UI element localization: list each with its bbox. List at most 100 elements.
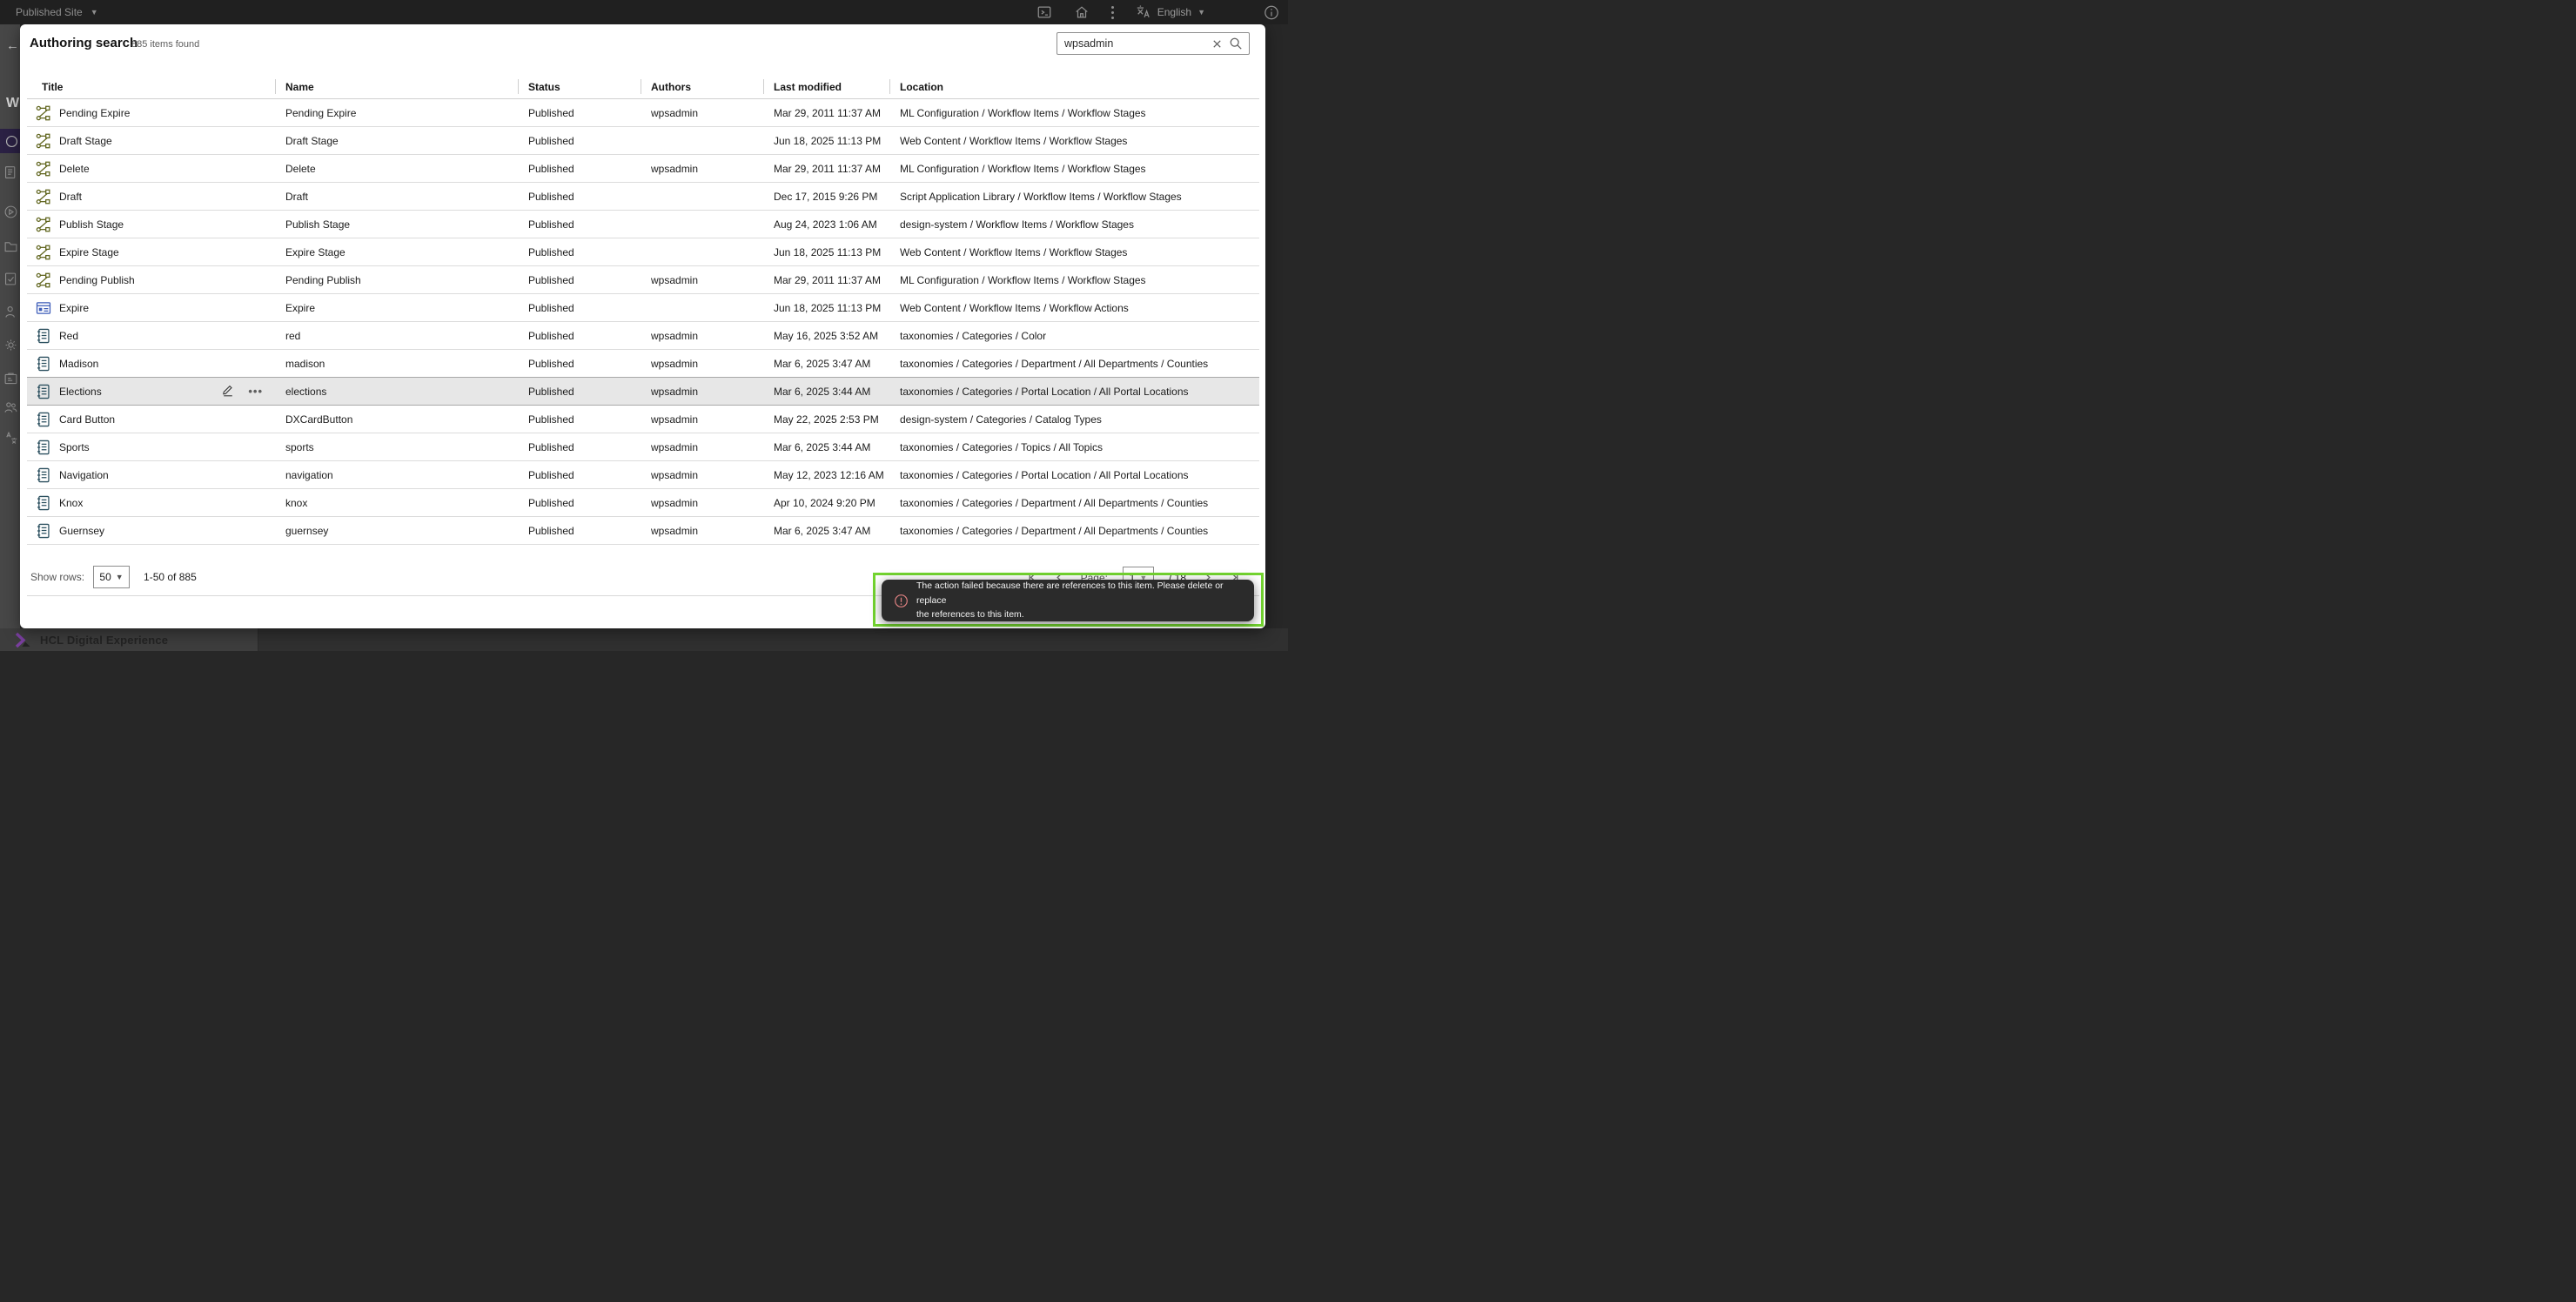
projects-icon[interactable] [3, 372, 18, 386]
row-modified: May 12, 2023 12:16 AM [763, 469, 889, 481]
category-icon [36, 412, 51, 427]
row-title: Madison [59, 358, 98, 370]
sidebar-active-item[interactable] [0, 129, 20, 153]
row-modified: Mar 29, 2011 11:37 AM [763, 107, 889, 119]
table-row[interactable]: Publish Stage ••• Publish Stage Publishe… [27, 211, 1259, 238]
row-modified: Jun 18, 2025 11:13 PM [763, 246, 889, 258]
table-row[interactable]: Card Button ••• DXCardButton Published w… [27, 406, 1259, 433]
row-authors: wpsadmin [641, 330, 763, 342]
row-location: taxonomies / Categories / Portal Locatio… [889, 386, 1259, 398]
edit-icon[interactable] [221, 383, 235, 399]
row-authors: wpsadmin [641, 525, 763, 537]
row-modified: May 22, 2025 2:53 PM [763, 413, 889, 426]
table-row[interactable]: Delete ••• Delete Published wpsadmin Mar… [27, 155, 1259, 183]
rows-per-page-select[interactable]: 50 ▼ [93, 566, 130, 588]
table-row[interactable]: Madison ••• madison Published wpsadmin M… [27, 350, 1259, 378]
category-icon [36, 523, 51, 539]
row-status: Published [518, 246, 641, 258]
sidebar-translate-icon[interactable] [3, 431, 18, 446]
row-title: Guernsey [59, 525, 104, 537]
row-authors: wpsadmin [641, 274, 763, 286]
show-rows-label: Show rows: [30, 571, 84, 583]
table-row[interactable]: Draft ••• Draft Published Dec 17, 2015 9… [27, 183, 1259, 211]
language-label: English [1157, 6, 1191, 18]
settings-gear-icon[interactable] [3, 338, 18, 352]
table-row[interactable]: Knox ••• knox Published wpsadmin Apr 10,… [27, 489, 1259, 517]
row-status: Published [518, 218, 641, 231]
table-row[interactable]: Draft Stage ••• Draft Stage Published Ju… [27, 127, 1259, 155]
row-location: taxonomies / Categories / Color [889, 330, 1259, 342]
column-header-location[interactable]: Location [889, 75, 1259, 98]
row-title: Card Button [59, 413, 115, 426]
clear-search-icon[interactable] [1207, 34, 1226, 53]
column-header-status[interactable]: Status [518, 75, 641, 98]
workflow-stage-icon [36, 161, 51, 177]
content-items-icon[interactable] [3, 165, 18, 180]
row-title: Expire [59, 302, 89, 314]
back-arrow-icon[interactable]: ← [6, 38, 19, 53]
more-options-icon[interactable] [1111, 6, 1114, 19]
row-status: Published [518, 497, 641, 509]
category-icon [36, 495, 51, 511]
row-name: Pending Publish [275, 274, 518, 286]
row-status: Published [518, 107, 641, 119]
users-icon[interactable] [3, 400, 18, 415]
left-sidebar: ← W [0, 24, 20, 629]
row-modified: May 16, 2025 3:52 AM [763, 330, 889, 342]
row-name: navigation [275, 469, 518, 481]
table-row[interactable]: Navigation ••• navigation Published wpsa… [27, 461, 1259, 489]
web-console-icon[interactable] [1036, 4, 1052, 20]
row-status: Published [518, 330, 641, 342]
row-authors: wpsadmin [641, 469, 763, 481]
user-icon[interactable] [3, 305, 18, 319]
chevron-down-icon: ▼ [1197, 8, 1205, 17]
column-header-modified[interactable]: Last modified [763, 75, 889, 98]
folder-icon[interactable] [3, 239, 18, 254]
row-location: taxonomies / Categories / Topics / All T… [889, 441, 1259, 453]
site-selector[interactable]: Published Site ▼ [16, 0, 98, 24]
info-icon[interactable] [1264, 4, 1279, 20]
row-modified: Mar 6, 2025 3:47 AM [763, 525, 889, 537]
row-name: Expire [275, 302, 518, 314]
authoring-search-modal: Authoring search 885 items found Title N… [20, 24, 1265, 628]
home-icon[interactable] [1074, 4, 1090, 20]
search-input[interactable] [1057, 37, 1207, 50]
row-status: Published [518, 358, 641, 370]
row-title: Draft [59, 191, 82, 203]
tasks-icon[interactable] [3, 272, 18, 286]
result-count: 885 items found [131, 39, 199, 50]
table-row[interactable]: Guernsey ••• guernsey Published wpsadmin… [27, 517, 1259, 545]
table-row[interactable]: Expire ••• Expire Published Jun 18, 2025… [27, 294, 1259, 322]
row-authors: wpsadmin [641, 107, 763, 119]
category-icon [36, 356, 51, 372]
language-selector[interactable]: English ▼ [1136, 4, 1205, 20]
table-row[interactable]: Pending Expire ••• Pending Expire Publis… [27, 99, 1259, 127]
row-location: design-system / Categories / Catalog Typ… [889, 413, 1259, 426]
more-actions-icon[interactable]: ••• [248, 385, 263, 398]
column-header-authors[interactable]: Authors [641, 75, 763, 98]
row-location: Web Content / Workflow Items / Workflow … [889, 302, 1259, 314]
search-box [1057, 32, 1250, 55]
category-icon [36, 467, 51, 483]
row-location: ML Configuration / Workflow Items / Work… [889, 163, 1259, 175]
row-name: red [275, 330, 518, 342]
table-row[interactable]: Sports ••• sports Published wpsadmin Mar… [27, 433, 1259, 461]
table-row[interactable]: Red ••• red Published wpsadmin May 16, 2… [27, 322, 1259, 350]
category-icon [36, 384, 51, 399]
row-modified: Mar 6, 2025 3:44 AM [763, 441, 889, 453]
row-status: Published [518, 302, 641, 314]
column-header-title[interactable]: Title [27, 75, 275, 98]
table-row[interactable]: Elections ••• elections Published wpsadm… [27, 378, 1259, 406]
workflow-stage-icon [36, 189, 51, 205]
media-icon[interactable] [3, 205, 18, 219]
chevron-down-icon: ▼ [116, 573, 124, 581]
toast-notification: The action failed because there are refe… [882, 580, 1254, 621]
toast-message: The action failed because there are refe… [916, 579, 1240, 622]
table-row[interactable]: Expire Stage ••• Expire Stage Published … [27, 238, 1259, 266]
table-row[interactable]: Pending Publish ••• Pending Publish Publ… [27, 266, 1259, 294]
row-status: Published [518, 525, 641, 537]
row-modified: Aug 24, 2023 1:06 AM [763, 218, 889, 231]
column-header-name[interactable]: Name [275, 75, 518, 98]
workflow-stage-icon [36, 133, 51, 149]
search-icon[interactable] [1226, 34, 1245, 53]
